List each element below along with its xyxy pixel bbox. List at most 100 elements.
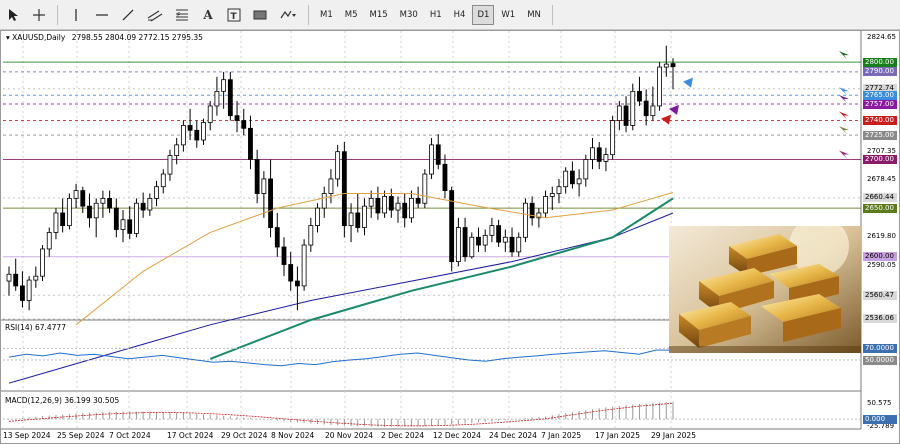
horizontal-line-icon[interactable] [91,4,113,26]
candle [422,173,428,204]
crosshair-icon[interactable] [28,4,50,26]
symbol-label: XAUUSD,Daily [12,33,66,42]
candle [442,163,448,191]
date-axis-label: 29 Jan 2025 [651,431,696,440]
candle [395,202,401,211]
candle [134,202,139,234]
timeframe-mn-button[interactable]: MN [522,5,546,25]
candle [663,63,669,68]
annotation-arrow-icon [839,95,849,104]
macd-label: MACD(12,26,9) 36.199 30.505 [5,396,120,405]
price-tag: 2790.00 [863,67,897,77]
shapes-dropdown-icon[interactable] [275,4,301,26]
timeframe-h4-button[interactable]: H4 [449,5,471,25]
timeframe-m5-button[interactable]: M5 [340,5,363,25]
candle [462,227,468,258]
candle [315,207,320,227]
candle [630,90,636,126]
candle [516,236,522,253]
candle [348,212,354,227]
candle [603,154,609,162]
candle [657,66,662,107]
candle [469,236,475,258]
macd-zero-tag: 0.000 [863,414,897,424]
candle [274,227,280,248]
price-tag: 2536.06 [863,314,897,324]
timeframe-m15-button[interactable]: M15 [365,5,393,25]
candle [26,279,32,301]
candle [375,197,381,214]
price-tag: 2800.00 [863,57,897,67]
candle [40,248,45,277]
candle [523,202,528,238]
timeframe-m1-button[interactable]: M1 [315,5,338,25]
candle [590,147,595,160]
date-axis-label: 2 Dec 2024 [381,431,425,440]
rectangle-icon[interactable] [249,4,271,26]
candle [341,151,347,227]
candle [563,170,569,188]
candle [616,105,622,121]
timeframe-group: M1 M5 M15 M30 H1 H4 D1 W1 MN [314,4,547,25]
timeframe-d1-button[interactable]: D1 [472,4,495,25]
gold-bars-image [669,226,861,353]
price-axis-label: 2707.35 [867,147,896,156]
candle [288,264,294,282]
candle [73,190,79,199]
candle [248,127,253,160]
candle [489,225,495,236]
candle [174,144,180,156]
fibonacci-icon[interactable]: F [171,4,193,26]
candle [261,178,267,194]
candle [308,225,314,246]
trendline-icon[interactable] [117,4,139,26]
annotation-arrow-icon [839,51,849,60]
candle [368,197,374,207]
date-axis-label: 7 Jan 2025 [541,431,582,440]
candle [53,212,59,233]
candle [294,280,300,287]
candle [254,159,260,194]
candle [221,79,227,92]
candle [60,212,66,227]
price-axis-label: 2619.80 [867,232,896,241]
date-axis-label: 17 Jan 2025 [595,431,640,440]
candle [596,147,602,162]
timeframe-h1-button[interactable]: H1 [425,5,447,25]
candle [268,178,273,228]
candle [214,90,220,107]
candle [120,219,126,230]
timeframe-w1-button[interactable]: W1 [496,5,520,25]
candle [670,63,676,68]
chart-window[interactable]: ▾ XAUUSD,Daily 2798.55 2804.09 2772.15 2… [0,30,900,444]
text-tool-icon[interactable]: A [197,4,219,26]
toolbar: F A T M1 M5 M15 M30 H1 H4 D1 W1 MN [0,0,900,30]
price-tag: 2700.00 [863,154,897,164]
price-tag: 2660.44 [863,193,897,203]
candle [482,234,488,246]
timeframe-m30-button[interactable]: M30 [395,5,423,25]
price-axis-label: 2590.05 [867,261,896,270]
ohlc-label: 2798.55 2804.09 2772.15 2795.35 [71,33,203,42]
vertical-line-icon[interactable] [65,4,87,26]
candle [355,212,361,228]
candle [643,100,649,117]
cursor-icon[interactable] [2,4,24,26]
candle [87,205,92,219]
annotation-arrow-icon [661,114,671,125]
rsi-level-tag: 50.0000 [863,355,897,365]
moving-average-line [75,192,674,326]
moving-average-line [209,197,674,360]
candle [80,190,86,207]
candle [140,202,146,211]
toolbar-separator [57,4,58,25]
text-label-icon[interactable]: T [223,4,245,26]
candle [113,207,119,230]
candle [46,232,52,250]
svg-text:F: F [177,12,181,19]
candle [415,197,421,204]
candle [509,236,515,253]
candle [100,197,106,204]
channel-icon[interactable] [143,4,167,26]
candle [167,155,173,175]
